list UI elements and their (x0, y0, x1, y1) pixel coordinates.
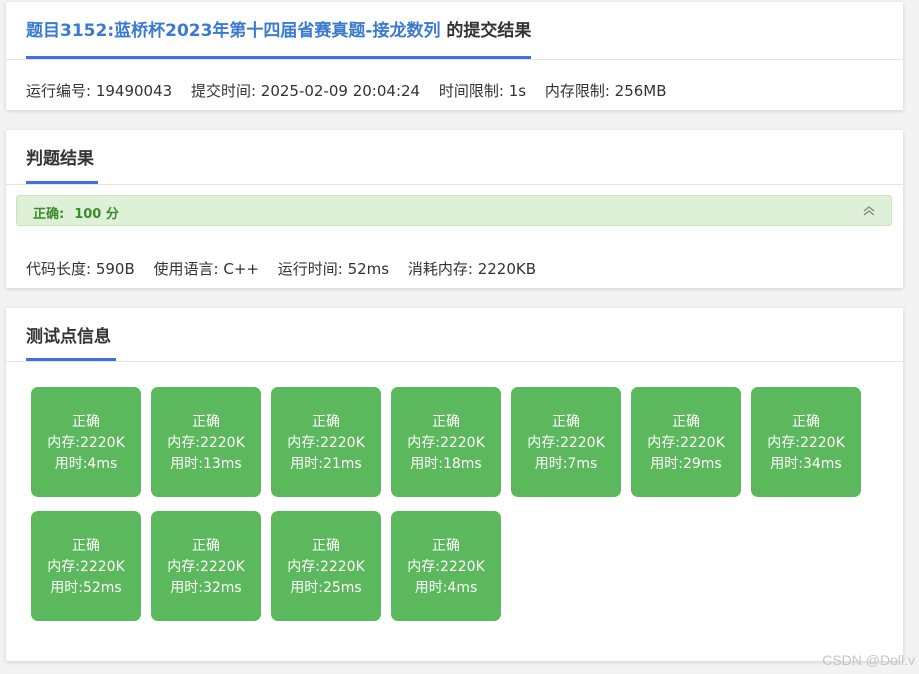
result-status-bar: 正确: 100 分 (16, 195, 892, 226)
testcase-item[interactable]: 正确内存:2220K 用时:32ms (151, 511, 261, 621)
testcase-memory: 内存:2220K (287, 435, 365, 451)
submission-card: 题目3152:蓝桥杯2023年第十四届省赛真题-接龙数列 的提交结果 运行编号:… (6, 2, 903, 110)
testcase-status: 正确 (72, 414, 100, 430)
testcase-item[interactable]: 正确内存:2220K 用时:29ms (631, 387, 741, 497)
testcase-memory: 内存:2220K (47, 559, 125, 575)
submit-time: 提交时间: 2025-02-09 20:04:24 (190, 82, 421, 100)
testcase-item[interactable]: 正确内存:2220K 用时:13ms (151, 387, 261, 497)
testcase-status: 正确 (312, 414, 340, 430)
testcase-memory: 内存:2220K (407, 559, 485, 575)
testcase-time: 用时:4ms (54, 456, 118, 472)
testcase-item[interactable]: 正确内存:2220K 用时:52ms (31, 511, 141, 621)
testcase-time: 用时:4ms (414, 580, 478, 596)
testcase-title: 测试点信息 (26, 322, 116, 361)
problem-title-link[interactable]: 题目3152:蓝桥杯2023年第十四届省赛真题-接龙数列 (26, 21, 440, 41)
testcase-memory: 内存:2220K (287, 559, 365, 575)
code-length: 代码长度: 590B (26, 260, 135, 278)
testcase-header: 测试点信息 (6, 308, 903, 362)
watermark: CSDN @Doll.v (822, 652, 915, 668)
testcase-item[interactable]: 正确内存:2220K 用时:25ms (271, 511, 381, 621)
testcase-time: 用时:21ms (290, 456, 362, 472)
testcase-status: 正确 (432, 538, 460, 554)
testcase-card: 测试点信息 正确 内存:2220K 用时:4ms 正确 内存:2220K 用时:13ms 正… (6, 308, 903, 661)
judge-result-card: 判题结果 正确: 100 分 代码长度: 590B 使用语言: C++ 运行时间:… (6, 130, 903, 288)
testcase-time: 用时:7ms (534, 456, 598, 472)
title-suffix: 的提交结果 (440, 21, 532, 41)
testcase-status: 正确 (792, 414, 820, 430)
testcase-time: 用时:25ms (290, 580, 362, 596)
memory-used: 消耗内存: 2220KB (407, 260, 536, 278)
testcase-time: 用时:52ms (50, 580, 122, 596)
result-status: 正确: 100 分 (33, 203, 119, 222)
testcase-time: 用时:29ms (650, 456, 722, 472)
judge-result-header: 判题结果 (6, 130, 903, 185)
testcase-status: 正确 (192, 414, 220, 430)
time-limit: 时间限制: 1s (438, 82, 527, 100)
judge-result-title: 判题结果 (26, 144, 98, 184)
score-value: 100 分 (74, 207, 119, 222)
testcase-status: 正确 (432, 414, 460, 430)
testcase-memory: 内存:2220K (47, 435, 125, 451)
submission-meta: 运行编号: 19490043 提交时间: 2025-02-09 20:04:24… (26, 80, 681, 101)
testcase-time: 用时:13ms (170, 456, 242, 472)
run-id: 运行编号: 19490043 (26, 82, 173, 100)
memory-limit: 内存限制: 256MB (544, 82, 667, 100)
page-title: 题目3152:蓝桥杯2023年第十四届省赛真题-接龙数列 的提交结果 (26, 16, 532, 59)
status-label: 正确: (33, 207, 65, 222)
testcase-item[interactable]: 正确内存:2220K 用时:7ms (511, 387, 621, 497)
submission-card-header: 题目3152:蓝桥杯2023年第十四届省赛真题-接龙数列 的提交结果 (6, 2, 903, 60)
testcase-item[interactable]: 正确内存:2220K 用时:21ms (271, 387, 381, 497)
testcase-memory: 内存:2220K (167, 559, 245, 575)
testcase-time: 用时:18ms (410, 456, 482, 472)
testcase-time: 用时:32ms (170, 580, 242, 596)
testcase-status: 正确 (552, 414, 580, 430)
testcase-item[interactable]: 正确内存:2220K 用时:34ms (751, 387, 861, 497)
testcase-item[interactable]: 正确内存:2220K 用时:18ms (391, 387, 501, 497)
testcase-status: 正确 (672, 414, 700, 430)
testcase-memory: 内存:2220K (167, 435, 245, 451)
judge-meta: 代码长度: 590B 使用语言: C++ 运行时间: 52ms 消耗内存: 22… (26, 258, 550, 279)
double-chevron-up-icon[interactable] (861, 203, 877, 219)
testcase-memory: 内存:2220K (527, 435, 605, 451)
testcase-item[interactable]: 正确内存:2220K 用时:4ms (391, 511, 501, 621)
testcase-memory: 内存:2220K (767, 435, 845, 451)
testcase-memory: 内存:2220K (407, 435, 485, 451)
testcase-item[interactable]: 正确内存:2220K 用时:4ms (31, 387, 141, 497)
testcase-memory: 内存:2220K (647, 435, 725, 451)
testcase-status: 正确 (192, 538, 220, 554)
language: 使用语言: C++ (153, 260, 259, 278)
run-time: 运行时间: 52ms (277, 260, 390, 278)
testcase-time: 用时:34ms (770, 456, 842, 472)
testcase-status: 正确 (72, 538, 100, 554)
testcase-status: 正确 (312, 538, 340, 554)
